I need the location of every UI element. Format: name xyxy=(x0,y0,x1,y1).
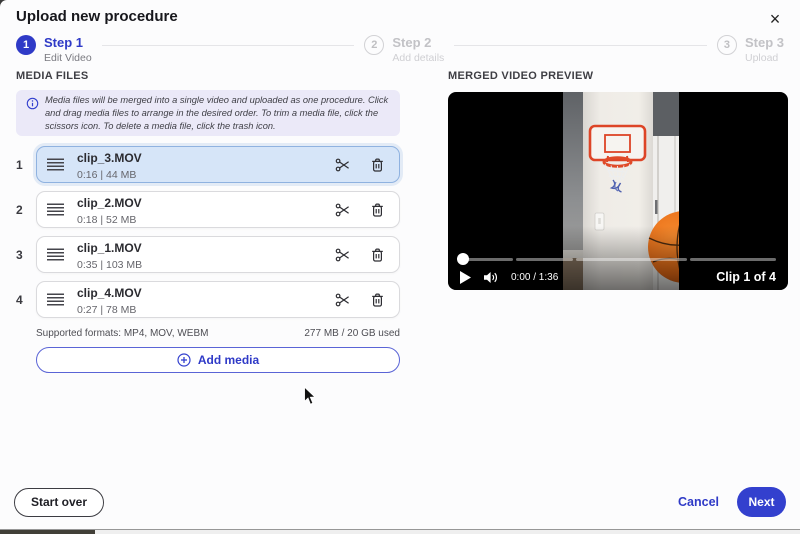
delete-button[interactable] xyxy=(370,292,385,308)
step-2-label: Step 2 xyxy=(392,35,432,50)
step-indicator: 1 Step 1 Edit Video 2 Step 2 Add details… xyxy=(16,35,784,64)
media-card-clip1[interactable]: clip_1.MOV 0:35 | 103 MB xyxy=(36,236,400,274)
scissors-icon xyxy=(335,248,349,262)
row-order-number: 2 xyxy=(16,202,23,217)
start-over-button[interactable]: Start over xyxy=(14,487,105,517)
media-files-heading: MEDIA FILES xyxy=(16,70,89,82)
supported-formats-label: Supported formats: MP4, MOV, WEBM xyxy=(36,328,209,340)
close-button[interactable]: × xyxy=(764,8,786,30)
volume-button[interactable] xyxy=(483,271,499,284)
row-order-number: 4 xyxy=(16,292,23,307)
add-media-label: Add media xyxy=(197,353,260,368)
play-icon xyxy=(460,270,471,284)
progress-segment[interactable] xyxy=(575,257,688,261)
trash-icon xyxy=(372,203,383,217)
row-order-number: 3 xyxy=(16,247,23,262)
video-player[interactable]: 0:00 / 1:36 Clip 1 of 4 xyxy=(448,92,788,290)
step-3: 3 Step 3 Upload xyxy=(716,35,784,64)
merged-preview-heading: MERGED VIDEO PREVIEW xyxy=(448,70,594,82)
clip-segments xyxy=(462,257,776,261)
progress-segment[interactable] xyxy=(462,257,513,261)
delete-button[interactable] xyxy=(370,202,385,218)
step-1-label: Step 1 xyxy=(44,35,84,50)
delete-button[interactable] xyxy=(370,247,385,263)
step-3-circle: 3 xyxy=(716,35,737,55)
player-controls: 0:00 / 1:36 Clip 1 of 4 xyxy=(460,268,776,286)
file-name: clip_2.MOV xyxy=(77,195,142,210)
progress-segment[interactable] xyxy=(690,257,776,261)
file-name: clip_1.MOV xyxy=(77,240,142,255)
file-name: clip_3.MOV xyxy=(77,150,142,165)
add-media-button[interactable]: Add media xyxy=(36,347,400,374)
seek-bar[interactable] xyxy=(457,253,776,265)
plus-circle-icon xyxy=(177,353,191,368)
media-list: 1 clip_3.MOV 0:16 | 44 MB 2 clip_2.MOV 0… xyxy=(16,146,400,319)
info-banner-text: Media files will be merged into a single… xyxy=(45,95,389,131)
row-order-number: 1 xyxy=(16,157,23,172)
drag-handle-icon[interactable] xyxy=(47,248,64,261)
modal: Upload new procedure × 1 Step 1 Edit Vid… xyxy=(0,0,800,529)
list-footer: Supported formats: MP4, MOV, WEBM 277 MB… xyxy=(36,328,400,339)
trim-button[interactable] xyxy=(335,247,351,263)
clip-counter: Clip 1 of 4 xyxy=(716,270,776,284)
close-icon: × xyxy=(769,9,781,29)
info-banner: Media files will be merged into a single… xyxy=(16,90,400,137)
progress-segment[interactable] xyxy=(515,257,573,261)
step-1: 1 Step 1 Edit Video xyxy=(16,35,92,64)
trim-button[interactable] xyxy=(335,157,351,173)
step-connector xyxy=(101,45,355,46)
cancel-button[interactable]: Cancel xyxy=(678,495,719,509)
media-card-clip2[interactable]: clip_2.MOV 0:18 | 52 MB xyxy=(36,191,400,229)
media-row-2: 2 clip_2.MOV 0:18 | 52 MB xyxy=(16,191,400,229)
step-2: 2 Step 2 Add details xyxy=(364,35,444,64)
step-connector xyxy=(454,45,707,46)
next-button[interactable]: Next xyxy=(737,487,786,517)
modal-footer: Start over Cancel Next xyxy=(14,486,786,518)
scissors-icon xyxy=(335,158,349,172)
background-content-sliver xyxy=(0,529,800,534)
playhead-handle[interactable] xyxy=(457,253,469,265)
step-1-sublabel: Edit Video xyxy=(44,52,92,64)
step-2-circle: 2 xyxy=(364,35,385,55)
media-row-3: 3 clip_1.MOV 0:35 | 103 MB xyxy=(16,236,400,274)
media-card-clip3[interactable]: clip_3.MOV 0:16 | 44 MB xyxy=(36,146,400,184)
media-row-4: 4 clip_4.MOV 0:27 | 78 MB xyxy=(16,281,400,319)
file-meta: 0:18 | 52 MB xyxy=(77,213,137,226)
file-name: clip_4.MOV xyxy=(77,285,142,300)
delete-button[interactable] xyxy=(370,157,385,173)
trash-icon xyxy=(372,293,383,307)
storage-usage-label: 277 MB / 20 GB used xyxy=(304,328,400,340)
volume-icon xyxy=(484,271,497,283)
step-2-sublabel: Add details xyxy=(392,52,445,64)
trim-button[interactable] xyxy=(335,292,351,308)
file-meta: 0:35 | 103 MB xyxy=(77,258,143,271)
upload-procedure-dialog: Upload new procedure × 1 Step 1 Edit Vid… xyxy=(0,0,800,534)
step-3-sublabel: Upload xyxy=(744,52,779,64)
merged-preview-panel: MERGED VIDEO PREVIEW 0:00 / 1:36 Clip 1 … xyxy=(448,70,788,290)
background-dark-block xyxy=(0,530,95,534)
file-meta: 0:16 | 44 MB xyxy=(77,168,137,181)
drag-handle-icon[interactable] xyxy=(47,158,64,171)
info-icon xyxy=(26,97,39,115)
step-3-label: Step 3 xyxy=(744,35,784,50)
media-card-clip4[interactable]: clip_4.MOV 0:27 | 78 MB xyxy=(36,281,400,319)
file-meta: 0:27 | 78 MB xyxy=(77,303,137,316)
play-button[interactable] xyxy=(460,270,471,284)
media-files-panel: MEDIA FILES Media files will be merged i… xyxy=(16,70,400,374)
trim-button[interactable] xyxy=(335,202,351,218)
media-row-1: 1 clip_3.MOV 0:16 | 44 MB xyxy=(16,146,400,184)
time-display: 0:00 / 1:36 xyxy=(511,271,559,283)
step-1-circle: 1 xyxy=(16,35,36,55)
page-title: Upload new procedure xyxy=(16,8,178,25)
drag-handle-icon[interactable] xyxy=(47,203,64,216)
trash-icon xyxy=(372,248,383,262)
trash-icon xyxy=(372,158,383,172)
scissors-icon xyxy=(335,203,349,217)
drag-handle-icon[interactable] xyxy=(47,293,64,306)
scissors-icon xyxy=(335,293,349,307)
